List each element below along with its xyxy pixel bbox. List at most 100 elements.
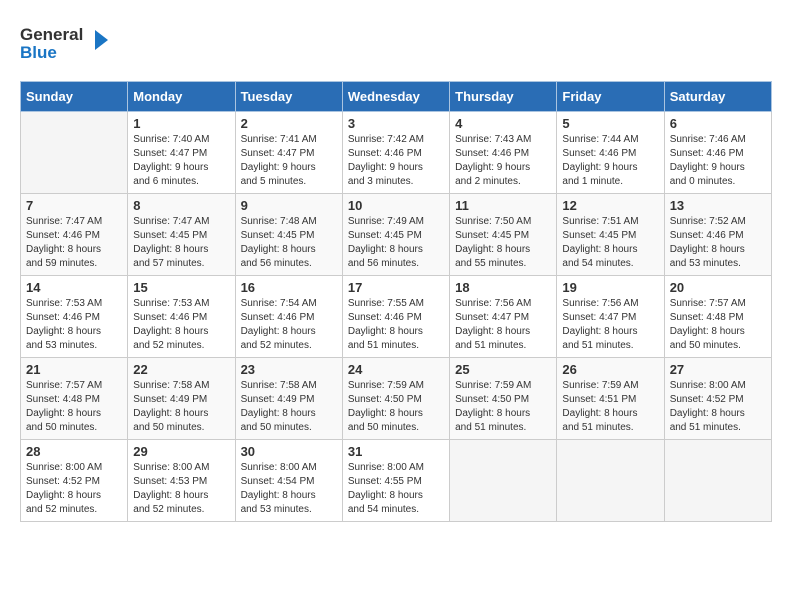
day-info: Sunrise: 7:47 AM Sunset: 4:45 PM Dayligh… bbox=[133, 215, 229, 271]
day-number: 20 bbox=[670, 280, 766, 295]
weekday-header-monday: Monday bbox=[128, 82, 235, 112]
calendar-cell: 19Sunrise: 7:56 AM Sunset: 4:47 PM Dayli… bbox=[557, 276, 664, 358]
calendar-cell: 23 Sunrise: 7:58 AM Sunset: 4:49 PM Dayli… bbox=[235, 358, 342, 440]
weekday-header-tuesday: Tuesday bbox=[235, 82, 342, 112]
calendar-cell: 7 Sunrise: 7:47 AM Sunset: 4:46 PM Daylig… bbox=[21, 194, 128, 276]
day-number: 3 bbox=[348, 116, 444, 131]
calendar-cell: 12Sunrise: 7:51 AM Sunset: 4:45 PM Dayli… bbox=[557, 194, 664, 276]
day-number: 22 bbox=[133, 362, 229, 377]
weekday-header-sunday: Sunday bbox=[21, 82, 128, 112]
calendar-cell bbox=[21, 112, 128, 194]
calendar-cell: 1 Sunrise: 7:40 AM Sunset: 4:47 PM Daylig… bbox=[128, 112, 235, 194]
page-header: GeneralBlue bbox=[20, 20, 772, 65]
day-info: Sunrise: 7:41 AM Sunset: 4:47 PM Dayligh… bbox=[241, 133, 337, 189]
day-number: 2 bbox=[241, 116, 337, 131]
calendar-week-1: 1 Sunrise: 7:40 AM Sunset: 4:47 PM Daylig… bbox=[21, 112, 772, 194]
calendar-body: 1 Sunrise: 7:40 AM Sunset: 4:47 PM Daylig… bbox=[21, 112, 772, 522]
svg-text:Blue: Blue bbox=[20, 43, 57, 62]
day-number: 13 bbox=[670, 198, 766, 213]
calendar-cell: 6Sunrise: 7:46 AM Sunset: 4:46 PM Daylig… bbox=[664, 112, 771, 194]
calendar-cell: 2 Sunrise: 7:41 AM Sunset: 4:47 PM Daylig… bbox=[235, 112, 342, 194]
calendar-table: SundayMondayTuesdayWednesdayThursdayFrid… bbox=[20, 81, 772, 522]
calendar-cell: 25Sunrise: 7:59 AM Sunset: 4:50 PM Dayli… bbox=[450, 358, 557, 440]
day-number: 7 bbox=[26, 198, 122, 213]
day-number: 4 bbox=[455, 116, 551, 131]
calendar-cell: 11 Sunrise: 7:50 AM Sunset: 4:45 PM Dayli… bbox=[450, 194, 557, 276]
calendar-week-2: 7 Sunrise: 7:47 AM Sunset: 4:46 PM Daylig… bbox=[21, 194, 772, 276]
calendar-cell bbox=[450, 440, 557, 522]
calendar-cell: 16 Sunrise: 7:54 AM Sunset: 4:46 PM Dayli… bbox=[235, 276, 342, 358]
day-info: Sunrise: 7:59 AM Sunset: 4:51 PM Dayligh… bbox=[562, 379, 658, 435]
calendar-cell: 28 Sunrise: 8:00 AM Sunset: 4:52 PM Dayli… bbox=[21, 440, 128, 522]
day-info: Sunrise: 7:44 AM Sunset: 4:46 PM Dayligh… bbox=[562, 133, 658, 189]
day-number: 18 bbox=[455, 280, 551, 295]
day-number: 25 bbox=[455, 362, 551, 377]
day-info: Sunrise: 8:00 AM Sunset: 4:53 PM Dayligh… bbox=[133, 461, 229, 517]
calendar-cell: 8Sunrise: 7:47 AM Sunset: 4:45 PM Daylig… bbox=[128, 194, 235, 276]
calendar-cell: 26Sunrise: 7:59 AM Sunset: 4:51 PM Dayli… bbox=[557, 358, 664, 440]
calendar-cell: 24Sunrise: 7:59 AM Sunset: 4:50 PM Dayli… bbox=[342, 358, 449, 440]
calendar-cell: 21 Sunrise: 7:57 AM Sunset: 4:48 PM Dayli… bbox=[21, 358, 128, 440]
weekday-header-friday: Friday bbox=[557, 82, 664, 112]
calendar-cell: 31 Sunrise: 8:00 AM Sunset: 4:55 PM Dayli… bbox=[342, 440, 449, 522]
day-number: 6 bbox=[670, 116, 766, 131]
day-number: 23 bbox=[241, 362, 337, 377]
svg-text:General: General bbox=[20, 25, 83, 44]
logo: GeneralBlue bbox=[20, 20, 120, 65]
weekday-header-thursday: Thursday bbox=[450, 82, 557, 112]
day-number: 16 bbox=[241, 280, 337, 295]
day-info: Sunrise: 8:00 AM Sunset: 4:52 PM Dayligh… bbox=[26, 461, 122, 517]
day-info: Sunrise: 7:57 AM Sunset: 4:48 PM Dayligh… bbox=[26, 379, 122, 435]
day-number: 17 bbox=[348, 280, 444, 295]
day-info: Sunrise: 7:58 AM Sunset: 4:49 PM Dayligh… bbox=[133, 379, 229, 435]
calendar-cell bbox=[557, 440, 664, 522]
day-number: 21 bbox=[26, 362, 122, 377]
day-info: Sunrise: 8:00 AM Sunset: 4:55 PM Dayligh… bbox=[348, 461, 444, 517]
calendar-cell: 30 Sunrise: 8:00 AM Sunset: 4:54 PM Dayli… bbox=[235, 440, 342, 522]
day-info: Sunrise: 7:48 AM Sunset: 4:45 PM Dayligh… bbox=[241, 215, 337, 271]
day-number: 5 bbox=[562, 116, 658, 131]
day-info: Sunrise: 7:47 AM Sunset: 4:46 PM Dayligh… bbox=[26, 215, 122, 271]
day-info: Sunrise: 7:54 AM Sunset: 4:46 PM Dayligh… bbox=[241, 297, 337, 353]
day-number: 28 bbox=[26, 444, 122, 459]
calendar-cell: 15Sunrise: 7:53 AM Sunset: 4:46 PM Dayli… bbox=[128, 276, 235, 358]
calendar-cell: 9 Sunrise: 7:48 AM Sunset: 4:45 PM Daylig… bbox=[235, 194, 342, 276]
day-info: Sunrise: 7:58 AM Sunset: 4:49 PM Dayligh… bbox=[241, 379, 337, 435]
calendar-cell: 13Sunrise: 7:52 AM Sunset: 4:46 PM Dayli… bbox=[664, 194, 771, 276]
day-number: 10 bbox=[348, 198, 444, 213]
day-info: Sunrise: 7:49 AM Sunset: 4:45 PM Dayligh… bbox=[348, 215, 444, 271]
calendar-week-3: 14 Sunrise: 7:53 AM Sunset: 4:46 PM Dayli… bbox=[21, 276, 772, 358]
day-info: Sunrise: 7:56 AM Sunset: 4:47 PM Dayligh… bbox=[562, 297, 658, 353]
weekday-header-row: SundayMondayTuesdayWednesdayThursdayFrid… bbox=[21, 82, 772, 112]
day-number: 15 bbox=[133, 280, 229, 295]
day-info: Sunrise: 7:57 AM Sunset: 4:48 PM Dayligh… bbox=[670, 297, 766, 353]
day-number: 14 bbox=[26, 280, 122, 295]
day-number: 30 bbox=[241, 444, 337, 459]
day-info: Sunrise: 7:42 AM Sunset: 4:46 PM Dayligh… bbox=[348, 133, 444, 189]
calendar-cell: 10 Sunrise: 7:49 AM Sunset: 4:45 PM Dayli… bbox=[342, 194, 449, 276]
weekday-header-saturday: Saturday bbox=[664, 82, 771, 112]
day-info: Sunrise: 7:59 AM Sunset: 4:50 PM Dayligh… bbox=[348, 379, 444, 435]
calendar-cell: 5 Sunrise: 7:44 AM Sunset: 4:46 PM Daylig… bbox=[557, 112, 664, 194]
day-info: Sunrise: 7:40 AM Sunset: 4:47 PM Dayligh… bbox=[133, 133, 229, 189]
day-number: 9 bbox=[241, 198, 337, 213]
calendar-cell: 4 Sunrise: 7:43 AM Sunset: 4:46 PM Daylig… bbox=[450, 112, 557, 194]
day-number: 1 bbox=[133, 116, 229, 131]
day-number: 11 bbox=[455, 198, 551, 213]
calendar-cell: 27Sunrise: 8:00 AM Sunset: 4:52 PM Dayli… bbox=[664, 358, 771, 440]
day-info: Sunrise: 7:55 AM Sunset: 4:46 PM Dayligh… bbox=[348, 297, 444, 353]
calendar-cell bbox=[664, 440, 771, 522]
calendar-cell: 18Sunrise: 7:56 AM Sunset: 4:47 PM Dayli… bbox=[450, 276, 557, 358]
calendar-cell: 17 Sunrise: 7:55 AM Sunset: 4:46 PM Dayli… bbox=[342, 276, 449, 358]
day-info: Sunrise: 7:43 AM Sunset: 4:46 PM Dayligh… bbox=[455, 133, 551, 189]
day-number: 29 bbox=[133, 444, 229, 459]
calendar-week-4: 21 Sunrise: 7:57 AM Sunset: 4:48 PM Dayli… bbox=[21, 358, 772, 440]
day-number: 12 bbox=[562, 198, 658, 213]
day-info: Sunrise: 7:50 AM Sunset: 4:45 PM Dayligh… bbox=[455, 215, 551, 271]
day-info: Sunrise: 7:53 AM Sunset: 4:46 PM Dayligh… bbox=[26, 297, 122, 353]
day-info: Sunrise: 8:00 AM Sunset: 4:54 PM Dayligh… bbox=[241, 461, 337, 517]
day-number: 31 bbox=[348, 444, 444, 459]
weekday-header-wednesday: Wednesday bbox=[342, 82, 449, 112]
calendar-cell: 3 Sunrise: 7:42 AM Sunset: 4:46 PM Daylig… bbox=[342, 112, 449, 194]
calendar-cell: 20 Sunrise: 7:57 AM Sunset: 4:48 PM Dayli… bbox=[664, 276, 771, 358]
